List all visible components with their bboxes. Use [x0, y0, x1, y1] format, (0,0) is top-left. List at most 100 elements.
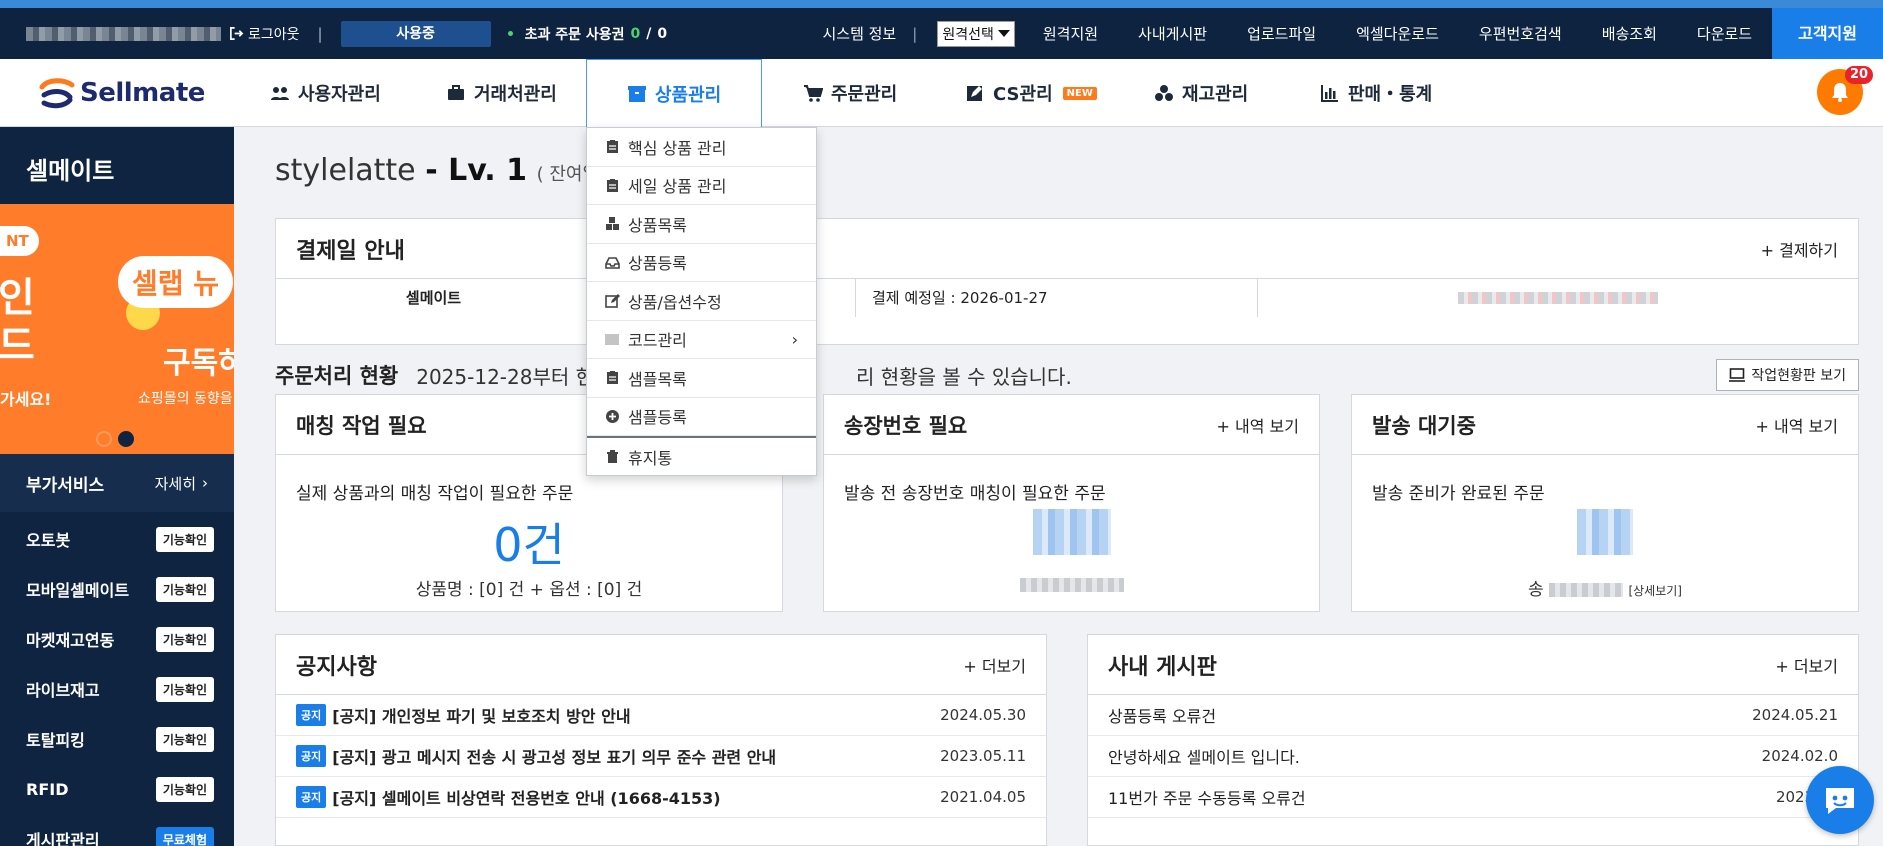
notice-title: 공지사항	[296, 654, 377, 680]
notice-row[interactable]: 공지 [공지] 셀메이트 비상연락 전용번호 안내 (1668-4153) 2021…	[276, 777, 1046, 818]
banner-pagination	[96, 431, 134, 447]
monitor-icon	[1729, 368, 1746, 382]
view-details-link[interactable]: + 내역 보기	[1217, 413, 1299, 437]
briefcase-icon	[448, 85, 464, 100]
work-board-button[interactable]: 작업현황판 보기	[1716, 359, 1859, 391]
zipcode-search-link[interactable]: 우편번호검색	[1459, 23, 1582, 44]
addon-more-link[interactable]: 자세히 ›	[155, 473, 208, 494]
chat-support-button[interactable]	[1806, 766, 1874, 834]
separator: |	[912, 24, 918, 43]
nav-label: 상품관리	[655, 85, 722, 106]
board-row[interactable]: 11번가 주문 수동등록 오류건2023.10	[1088, 777, 1858, 818]
sellmate-logo-icon	[39, 78, 75, 109]
notice-row-title: [공지] 셀메이트 비상연락 전용번호 안내 (1668-4153)	[332, 789, 721, 808]
card-value[interactable]: 0건	[276, 509, 782, 575]
nav-label: 주문관리	[831, 84, 898, 105]
nav-partner-management[interactable]: 거래처관리	[446, 59, 557, 127]
detail-link[interactable]: [상세보기]	[1628, 584, 1682, 598]
free-trial-button[interactable]: 무료체험	[155, 826, 214, 846]
notification-button[interactable]: 20	[1817, 66, 1874, 115]
order-status-desc-left: 2025-12-28부터 현	[416, 364, 595, 389]
menu-sample-register[interactable]: 샘플등록	[587, 398, 816, 436]
user-name-redacted	[26, 26, 221, 41]
download-link[interactable]: 다운로드	[1677, 23, 1772, 44]
feature-check-button[interactable]: 기능확인	[155, 676, 214, 702]
separator: |	[317, 24, 323, 43]
notice-more-link[interactable]: + 더보기	[963, 653, 1026, 677]
menu-product-option-edit[interactable]: 상품/옵션수정	[587, 282, 816, 321]
internal-board-link[interactable]: 사내게시판	[1118, 23, 1227, 44]
notice-header: 공지사항 + 더보기	[276, 635, 1046, 695]
excel-download-link[interactable]: 엑셀다운로드	[1336, 23, 1459, 44]
bar-chart-icon	[1321, 85, 1338, 102]
sidebar-item-total-picking[interactable]: 토탈피킹 기능확인	[0, 714, 234, 764]
box-icon	[628, 86, 646, 102]
addon-more-label: 자세히	[154, 474, 196, 493]
notice-row-date: 2021.04.05	[940, 788, 1026, 806]
sidebar-title: 셀메이트	[26, 157, 115, 185]
sidebar-item-market-stock[interactable]: 마켓재고연동 기능확인	[0, 614, 234, 664]
feature-check-button[interactable]: 기능확인	[155, 526, 214, 552]
card-value-redacted[interactable]	[824, 509, 1319, 566]
feature-check-button[interactable]: 기능확인	[155, 776, 214, 802]
upload-file-link[interactable]: 업로드파일	[1227, 23, 1336, 44]
sidebar-item-autobot[interactable]: 오토봇 기능확인	[0, 514, 234, 564]
menu-sale-products[interactable]: 세일 상품 관리	[587, 167, 816, 205]
sidebar: 셀메이트 NT 인드 가세요! 셀랩 뉴 구독하 쇼핑몰의 동향을 부가서비스 …	[0, 127, 234, 846]
notice-tag: 공지	[296, 704, 327, 726]
board-row[interactable]: 안녕하세요 셀메이트 입니다. 2024.02.0	[1088, 736, 1858, 777]
menu-product-list[interactable]: 상품목록	[587, 205, 816, 244]
card-footer: 상품명 : [0] 건 + 옵션 : [0] 건	[415, 580, 643, 600]
nav-sales-statistics[interactable]: 판매・통계	[1320, 59, 1432, 127]
nav-order-management[interactable]: 주문관리	[803, 59, 897, 127]
nav-product-management[interactable]: 상품관리	[586, 59, 763, 128]
sidebar-item-mobile[interactable]: 모바일셀메이트 기능확인	[0, 564, 234, 614]
chevron-right-icon: ›	[791, 329, 798, 349]
remote-select[interactable]: 원격선택	[937, 20, 1015, 47]
sidebar-item-live-stock[interactable]: 라이브재고 기능확인	[0, 664, 234, 714]
clipboard-icon	[607, 140, 618, 154]
nav-label: 거래처관리	[474, 84, 557, 105]
logout-button[interactable]: 로그아웃	[229, 24, 300, 44]
payment-due-date: 결제 예정일 : 2026-01-27	[856, 279, 1258, 317]
card-value-redacted[interactable]	[1352, 509, 1858, 566]
menu-product-register[interactable]: 상품등록	[587, 244, 816, 282]
notice-row[interactable]: 공지 [공지] 개인정보 파기 및 보호조치 방안 안내 2024.05.30	[276, 695, 1046, 736]
pay-now-link[interactable]: + 결제하기	[1761, 237, 1838, 261]
banner-dot[interactable]	[96, 431, 112, 447]
customer-support-button[interactable]: 고객지원	[1772, 8, 1883, 59]
system-info-link[interactable]: 시스템 정보	[802, 23, 912, 44]
board-row[interactable]: 상품등록 오류건 2024.05.21	[1088, 695, 1858, 736]
board-more-link[interactable]: + 더보기	[1775, 653, 1838, 677]
banner-bottom-text: 가세요!	[0, 390, 52, 409]
menu-trash[interactable]: 휴지통	[587, 436, 816, 475]
main-content: stylelatte - Lv. 1 ( 잔여일 : ( 결제일 안내 + 결제…	[234, 127, 1883, 846]
clipboard-icon	[607, 371, 618, 385]
sidebar-item-board[interactable]: 게시판관리 무료체험	[0, 814, 234, 846]
logo[interactable]: Sellmate	[36, 73, 205, 113]
sidebar-item-label: 마켓재고연동	[26, 631, 115, 650]
menu-sample-list[interactable]: 샘플목록	[587, 359, 816, 398]
nav-cs-management[interactable]: CS관리 NEW	[965, 59, 1097, 127]
feature-check-button[interactable]: 기능확인	[155, 726, 214, 752]
view-details-link[interactable]: + 내역 보기	[1756, 413, 1838, 437]
remote-support-link[interactable]: 원격지원	[1023, 23, 1118, 44]
redacted-value	[1577, 509, 1633, 555]
menu-core-products[interactable]: 핵심 상품 관리	[587, 128, 816, 167]
excess-slash: /	[646, 25, 652, 42]
sidebar-item-rfid[interactable]: RFID 기능확인	[0, 764, 234, 814]
delivery-tracking-link[interactable]: 배송조회	[1582, 23, 1677, 44]
menu-code-management[interactable]: 코드관리 ›	[587, 321, 816, 359]
banner-dot-active[interactable]	[118, 431, 134, 447]
nav-label: CS관리	[993, 84, 1053, 105]
notice-tag: 공지	[296, 786, 327, 808]
feature-check-button[interactable]: 기능확인	[155, 576, 214, 602]
top-links: 시스템 정보 | 원격선택 원격지원 사내게시판 업로드파일 엑셀다운로드 우편…	[802, 8, 1883, 59]
card-header: 송장번호 필요 + 내역 보기	[824, 395, 1319, 455]
nav-inventory-management[interactable]: 재고관리	[1154, 59, 1248, 127]
nav-user-management[interactable]: 사용자관리	[270, 59, 381, 127]
notice-row[interactable]: 공지 [공지] 광고 메시지 전송 시 광고성 정보 표기 의무 준수 관련 안내…	[276, 736, 1046, 777]
feature-check-button[interactable]: 기능확인	[155, 626, 214, 652]
new-badge: NEW	[1062, 86, 1097, 100]
promo-banner[interactable]: NT 인드 가세요! 셀랩 뉴 구독하 쇼핑몰의 동향을	[0, 204, 234, 454]
